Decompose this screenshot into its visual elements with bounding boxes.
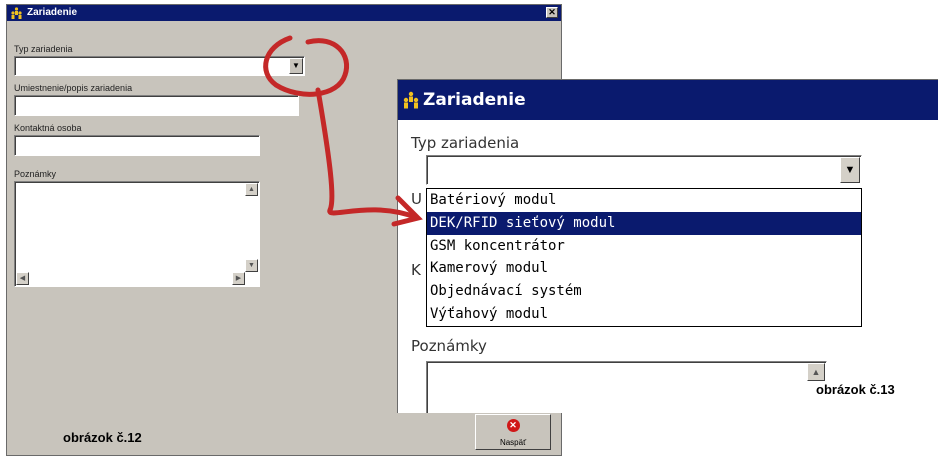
back-button[interactable]: ✕ Naspäť xyxy=(475,414,551,450)
type-label: Typ zariadenia xyxy=(14,44,73,54)
dropdown-option[interactable]: GSM koncentrátor xyxy=(427,235,861,258)
chevron-down-icon[interactable]: ▼ xyxy=(840,157,860,183)
notes-textarea[interactable]: ▲ ▼ ◀ ▶ xyxy=(14,181,260,287)
type-dropdown-list[interactable]: Batériový modul DEK/RFID sieťový modul G… xyxy=(426,188,862,327)
dropdown-option-selected[interactable]: DEK/RFID sieťový modul xyxy=(427,211,861,235)
scroll-up-icon[interactable]: ▲ xyxy=(245,183,258,196)
red-x-icon: ✕ xyxy=(506,419,520,432)
chevron-down-icon[interactable]: ▼ xyxy=(289,58,303,74)
caption-13: obrázok č.13 xyxy=(816,382,895,397)
caption-12: obrázok č.12 xyxy=(63,430,142,445)
location-input[interactable] xyxy=(14,95,299,116)
scroll-up-icon[interactable]: ▲ xyxy=(807,363,825,381)
app-people-icon xyxy=(11,7,22,19)
scroll-right-icon[interactable]: ▶ xyxy=(232,272,245,285)
dropdown-option[interactable]: Batériový modul xyxy=(427,189,861,212)
window-title: Zariadenie xyxy=(27,7,78,18)
notes-label: Poznámky xyxy=(14,169,57,179)
title-bar: Zariadenie ✕ xyxy=(7,5,561,21)
app-people-icon xyxy=(403,91,419,109)
partial-label-u: U xyxy=(411,190,422,208)
type-combobox-large[interactable]: ▼ xyxy=(426,155,862,185)
notes-textarea-large[interactable]: ▲ xyxy=(426,361,827,413)
back-button-label: Naspäť xyxy=(499,438,527,447)
type-combobox[interactable]: ▼ xyxy=(14,56,305,76)
close-icon[interactable]: ✕ xyxy=(546,7,558,18)
device-dialog-zoomed: Zariadenie Typ zariadenia ▼ U K Batériov… xyxy=(397,79,938,413)
title-bar-large: Zariadenie xyxy=(398,80,938,120)
scroll-down-icon[interactable]: ▼ xyxy=(245,259,258,272)
contact-label: Kontaktná osoba xyxy=(14,123,82,133)
window-title-large: Zariadenie xyxy=(423,90,526,110)
dropdown-option[interactable]: Objednávací systém xyxy=(427,280,861,303)
scroll-left-icon[interactable]: ◀ xyxy=(16,272,29,285)
type-label-large: Typ zariadenia xyxy=(411,134,520,152)
notes-label-large: Poznámky xyxy=(411,337,487,355)
dropdown-option[interactable]: Výťahový modul xyxy=(427,303,861,326)
contact-input[interactable] xyxy=(14,135,260,156)
dropdown-option[interactable]: Kamerový modul xyxy=(427,257,861,280)
location-label: Umiestnenie/popis zariadenia xyxy=(14,83,133,93)
partial-label-k: K xyxy=(411,261,421,279)
